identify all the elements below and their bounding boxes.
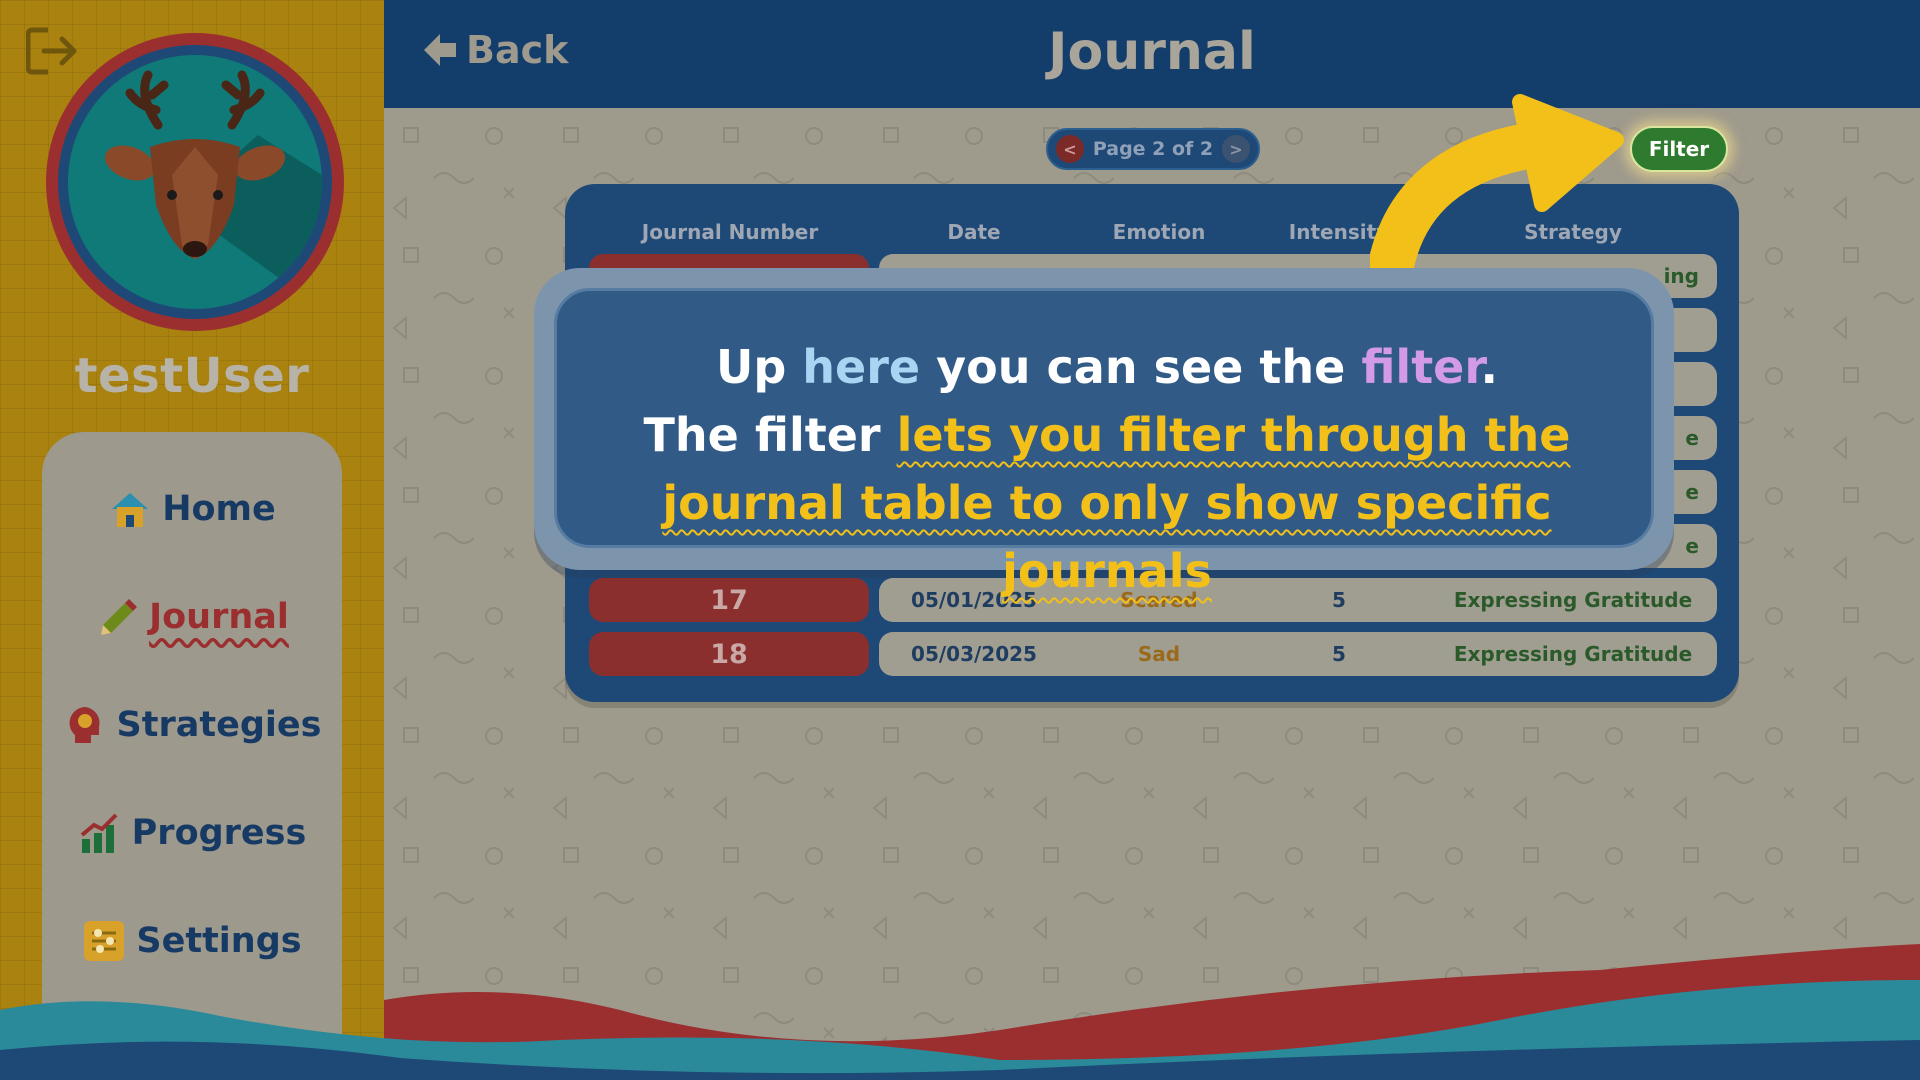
- sidebar-item-strategies[interactable]: Strategies: [42, 690, 342, 760]
- chart-icon: [80, 813, 118, 853]
- sidebar-item-label: Journal: [149, 597, 289, 637]
- page-indicator: Page 2 of 2: [1092, 138, 1214, 160]
- logout-icon[interactable]: [26, 26, 82, 76]
- journal-number: 18: [589, 632, 869, 676]
- column-header: Date: [947, 220, 1001, 244]
- strategy-cell: e: [1685, 534, 1699, 558]
- sidebar-item-label: Strategies: [116, 705, 322, 745]
- tooltip-text-part: The filter: [643, 408, 897, 462]
- username: testUser: [74, 348, 310, 404]
- row-details: 05/03/2025 Sad 5 Expressing Gratitude: [879, 632, 1717, 676]
- head-icon: [69, 707, 100, 743]
- filter-button[interactable]: Filter: [1630, 126, 1728, 172]
- avatar: [46, 33, 344, 331]
- deer-icon: [104, 70, 322, 309]
- column-header: Journal Number: [641, 220, 819, 244]
- sidebar: testUser Home Journal Strategies Progres…: [0, 0, 384, 1080]
- bottom-waves: [0, 944, 1920, 1080]
- header-bar: Back Journal: [384, 0, 1920, 108]
- home-icon: [112, 493, 149, 527]
- tooltip-text: Up here you can see the filter. The filt…: [557, 333, 1657, 605]
- next-page-button[interactable]: >: [1221, 135, 1250, 163]
- pagination: < Page 2 of 2 >: [1046, 128, 1260, 170]
- table-row[interactable]: 18 05/03/2025 Sad 5 Expressing Gratitude: [589, 632, 1717, 676]
- strategy-cell: ing: [1663, 264, 1699, 288]
- sidebar-item-label: Home: [162, 489, 276, 529]
- tooltip-text-part: you can see the: [920, 340, 1362, 394]
- sidebar-item-home[interactable]: Home: [42, 474, 342, 544]
- tooltip-text-part: Up: [716, 340, 803, 394]
- sidebar-item-label: Progress: [131, 813, 307, 853]
- strategy-cell: e: [1685, 426, 1699, 450]
- sidebar-item-journal[interactable]: Journal: [42, 582, 342, 652]
- strategy-cell: Expressing Gratitude: [1453, 642, 1693, 666]
- tooltip-highlight: here: [802, 340, 921, 394]
- intensity-cell: 5: [1332, 642, 1346, 666]
- sidebar-item-progress[interactable]: Progress: [42, 798, 342, 868]
- emotion-cell: Sad: [1137, 642, 1181, 666]
- strategy-cell: e: [1685, 480, 1699, 504]
- page-title: Journal: [1048, 22, 1256, 82]
- pencil-icon: [101, 599, 138, 635]
- prev-page-button[interactable]: <: [1056, 135, 1084, 163]
- column-header: Emotion: [1112, 220, 1206, 244]
- tooltip-highlight: filter: [1361, 340, 1481, 394]
- pointer-arrow-icon: [1370, 94, 1624, 272]
- tooltip-text-part: .: [1480, 340, 1498, 394]
- tutorial-tooltip: Up here you can see the filter. The filt…: [534, 268, 1674, 598]
- date-cell: 05/03/2025: [911, 642, 1037, 666]
